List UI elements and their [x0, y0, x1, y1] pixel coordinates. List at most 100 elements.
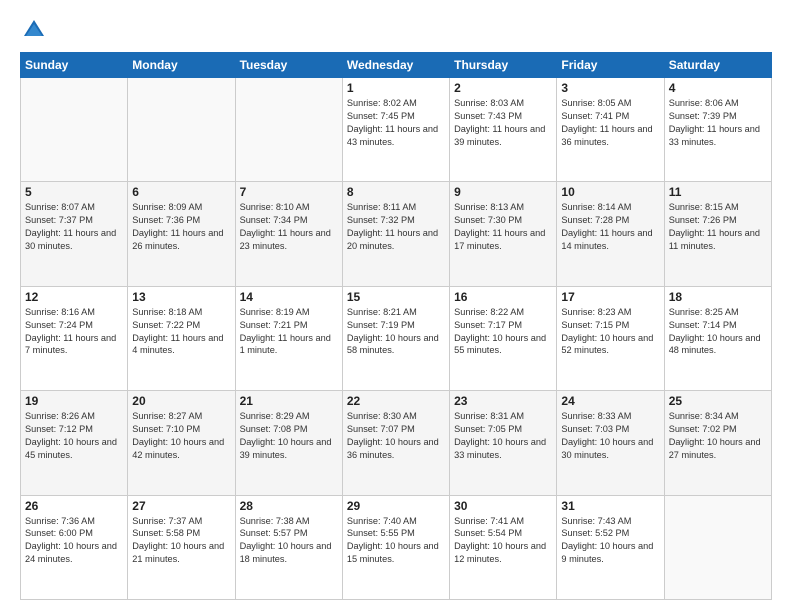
calendar-cell: 8Sunrise: 8:11 AM Sunset: 7:32 PM Daylig… [342, 182, 449, 286]
cell-info: Sunrise: 8:14 AM Sunset: 7:28 PM Dayligh… [561, 201, 659, 253]
day-number: 16 [454, 290, 552, 304]
calendar-cell: 29 Sunrise: 7:40 AM Sunset: 5:55 PM Dayli… [342, 495, 449, 599]
cell-info: Sunrise: 8:10 AM Sunset: 7:34 PM Dayligh… [240, 201, 338, 253]
day-number: 17 [561, 290, 659, 304]
cell-info: Sunrise: 8:16 AM Sunset: 7:24 PM Dayligh… [25, 306, 123, 358]
col-header-monday: Monday [128, 53, 235, 78]
cell-info: Sunrise: 8:23 AM Sunset: 7:15 PM Dayligh… [561, 306, 659, 358]
calendar-cell [664, 495, 771, 599]
cell-info: Sunrise: 8:33 AM Sunset: 7:03 PM Dayligh… [561, 410, 659, 462]
calendar-cell: 22Sunrise: 8:30 AM Sunset: 7:07 PM Dayli… [342, 391, 449, 495]
col-header-sunday: Sunday [21, 53, 128, 78]
cell-info: Sunrise: 8:26 AM Sunset: 7:12 PM Dayligh… [25, 410, 123, 462]
week-row-3: 19 Sunrise: 8:26 AM Sunset: 7:12 PM Dayli… [21, 391, 772, 495]
calendar-cell: 1Sunrise: 8:02 AM Sunset: 7:45 PM Daylig… [342, 78, 449, 182]
cell-info: Sunrise: 7:41 AM Sunset: 5:54 PM Dayligh… [454, 515, 552, 567]
calendar-cell: 21 Sunrise: 8:29 AM Sunset: 7:08 PM Dayli… [235, 391, 342, 495]
col-header-wednesday: Wednesday [342, 53, 449, 78]
calendar-cell: 18Sunrise: 8:25 AM Sunset: 7:14 PM Dayli… [664, 286, 771, 390]
calendar-cell: 28 Sunrise: 7:38 AM Sunset: 5:57 PM Dayli… [235, 495, 342, 599]
cell-info: Sunrise: 8:19 AM Sunset: 7:21 PM Dayligh… [240, 306, 338, 358]
calendar-cell: 20 Sunrise: 8:27 AM Sunset: 7:10 PM Dayli… [128, 391, 235, 495]
day-number: 21 [240, 394, 338, 408]
cell-info: Sunrise: 8:18 AM Sunset: 7:22 PM Dayligh… [132, 306, 230, 358]
calendar-cell: 14 Sunrise: 8:19 AM Sunset: 7:21 PM Dayli… [235, 286, 342, 390]
week-row-2: 12 Sunrise: 8:16 AM Sunset: 7:24 PM Dayli… [21, 286, 772, 390]
day-number: 31 [561, 499, 659, 513]
cell-info: Sunrise: 7:43 AM Sunset: 5:52 PM Dayligh… [561, 515, 659, 567]
day-number: 26 [25, 499, 123, 513]
day-number: 7 [240, 185, 338, 199]
page: SundayMondayTuesdayWednesdayThursdayFrid… [0, 0, 792, 612]
cell-info: Sunrise: 8:29 AM Sunset: 7:08 PM Dayligh… [240, 410, 338, 462]
cell-info: Sunrise: 7:37 AM Sunset: 5:58 PM Dayligh… [132, 515, 230, 567]
col-header-thursday: Thursday [450, 53, 557, 78]
calendar-cell: 10 Sunrise: 8:14 AM Sunset: 7:28 PM Dayli… [557, 182, 664, 286]
calendar-cell [21, 78, 128, 182]
calendar-cell: 7 Sunrise: 8:10 AM Sunset: 7:34 PM Daylig… [235, 182, 342, 286]
cell-info: Sunrise: 8:06 AM Sunset: 7:39 PM Dayligh… [669, 97, 767, 149]
calendar-cell: 30 Sunrise: 7:41 AM Sunset: 5:54 PM Dayli… [450, 495, 557, 599]
cell-info: Sunrise: 8:03 AM Sunset: 7:43 PM Dayligh… [454, 97, 552, 149]
calendar-cell: 26 Sunrise: 7:36 AM Sunset: 6:00 PM Dayli… [21, 495, 128, 599]
calendar-cell [235, 78, 342, 182]
cell-info: Sunrise: 8:05 AM Sunset: 7:41 PM Dayligh… [561, 97, 659, 149]
day-number: 23 [454, 394, 552, 408]
cell-info: Sunrise: 7:38 AM Sunset: 5:57 PM Dayligh… [240, 515, 338, 567]
week-row-1: 5Sunrise: 8:07 AM Sunset: 7:37 PM Daylig… [21, 182, 772, 286]
day-number: 14 [240, 290, 338, 304]
calendar-cell [128, 78, 235, 182]
cell-info: Sunrise: 8:21 AM Sunset: 7:19 PM Dayligh… [347, 306, 445, 358]
calendar-cell: 5Sunrise: 8:07 AM Sunset: 7:37 PM Daylig… [21, 182, 128, 286]
calendar-cell: 6 Sunrise: 8:09 AM Sunset: 7:36 PM Daylig… [128, 182, 235, 286]
calendar-cell: 15 Sunrise: 8:21 AM Sunset: 7:19 PM Dayli… [342, 286, 449, 390]
calendar-cell: 19 Sunrise: 8:26 AM Sunset: 7:12 PM Dayli… [21, 391, 128, 495]
cell-info: Sunrise: 8:27 AM Sunset: 7:10 PM Dayligh… [132, 410, 230, 462]
week-row-4: 26 Sunrise: 7:36 AM Sunset: 6:00 PM Dayli… [21, 495, 772, 599]
cell-info: Sunrise: 8:34 AM Sunset: 7:02 PM Dayligh… [669, 410, 767, 462]
calendar-cell: 17 Sunrise: 8:23 AM Sunset: 7:15 PM Dayli… [557, 286, 664, 390]
logo [20, 16, 52, 44]
calendar-cell: 4 Sunrise: 8:06 AM Sunset: 7:39 PM Daylig… [664, 78, 771, 182]
cell-info: Sunrise: 7:36 AM Sunset: 6:00 PM Dayligh… [25, 515, 123, 567]
day-number: 25 [669, 394, 767, 408]
day-number: 20 [132, 394, 230, 408]
calendar-cell: 3Sunrise: 8:05 AM Sunset: 7:41 PM Daylig… [557, 78, 664, 182]
calendar-cell: 13 Sunrise: 8:18 AM Sunset: 7:22 PM Dayli… [128, 286, 235, 390]
day-number: 30 [454, 499, 552, 513]
day-number: 22 [347, 394, 445, 408]
col-header-friday: Friday [557, 53, 664, 78]
day-number: 29 [347, 499, 445, 513]
cell-info: Sunrise: 8:15 AM Sunset: 7:26 PM Dayligh… [669, 201, 767, 253]
calendar-cell: 9Sunrise: 8:13 AM Sunset: 7:30 PM Daylig… [450, 182, 557, 286]
day-number: 11 [669, 185, 767, 199]
cell-info: Sunrise: 8:31 AM Sunset: 7:05 PM Dayligh… [454, 410, 552, 462]
day-number: 1 [347, 81, 445, 95]
calendar-cell: 16 Sunrise: 8:22 AM Sunset: 7:17 PM Dayli… [450, 286, 557, 390]
day-number: 13 [132, 290, 230, 304]
calendar-cell: 12 Sunrise: 8:16 AM Sunset: 7:24 PM Dayli… [21, 286, 128, 390]
day-number: 19 [25, 394, 123, 408]
day-number: 12 [25, 290, 123, 304]
day-number: 27 [132, 499, 230, 513]
day-number: 18 [669, 290, 767, 304]
calendar-table: SundayMondayTuesdayWednesdayThursdayFrid… [20, 52, 772, 600]
week-row-0: 1Sunrise: 8:02 AM Sunset: 7:45 PM Daylig… [21, 78, 772, 182]
cell-info: Sunrise: 8:11 AM Sunset: 7:32 PM Dayligh… [347, 201, 445, 253]
calendar-header-row: SundayMondayTuesdayWednesdayThursdayFrid… [21, 53, 772, 78]
cell-info: Sunrise: 8:22 AM Sunset: 7:17 PM Dayligh… [454, 306, 552, 358]
calendar-cell: 25 Sunrise: 8:34 AM Sunset: 7:02 PM Dayli… [664, 391, 771, 495]
calendar-cell: 24Sunrise: 8:33 AM Sunset: 7:03 PM Dayli… [557, 391, 664, 495]
day-number: 2 [454, 81, 552, 95]
day-number: 15 [347, 290, 445, 304]
cell-info: Sunrise: 8:09 AM Sunset: 7:36 PM Dayligh… [132, 201, 230, 253]
day-number: 28 [240, 499, 338, 513]
day-number: 10 [561, 185, 659, 199]
cell-info: Sunrise: 7:40 AM Sunset: 5:55 PM Dayligh… [347, 515, 445, 567]
day-number: 6 [132, 185, 230, 199]
day-number: 4 [669, 81, 767, 95]
calendar-cell: 27 Sunrise: 7:37 AM Sunset: 5:58 PM Dayli… [128, 495, 235, 599]
logo-icon [20, 16, 48, 44]
calendar-cell: 11 Sunrise: 8:15 AM Sunset: 7:26 PM Dayli… [664, 182, 771, 286]
cell-info: Sunrise: 8:13 AM Sunset: 7:30 PM Dayligh… [454, 201, 552, 253]
